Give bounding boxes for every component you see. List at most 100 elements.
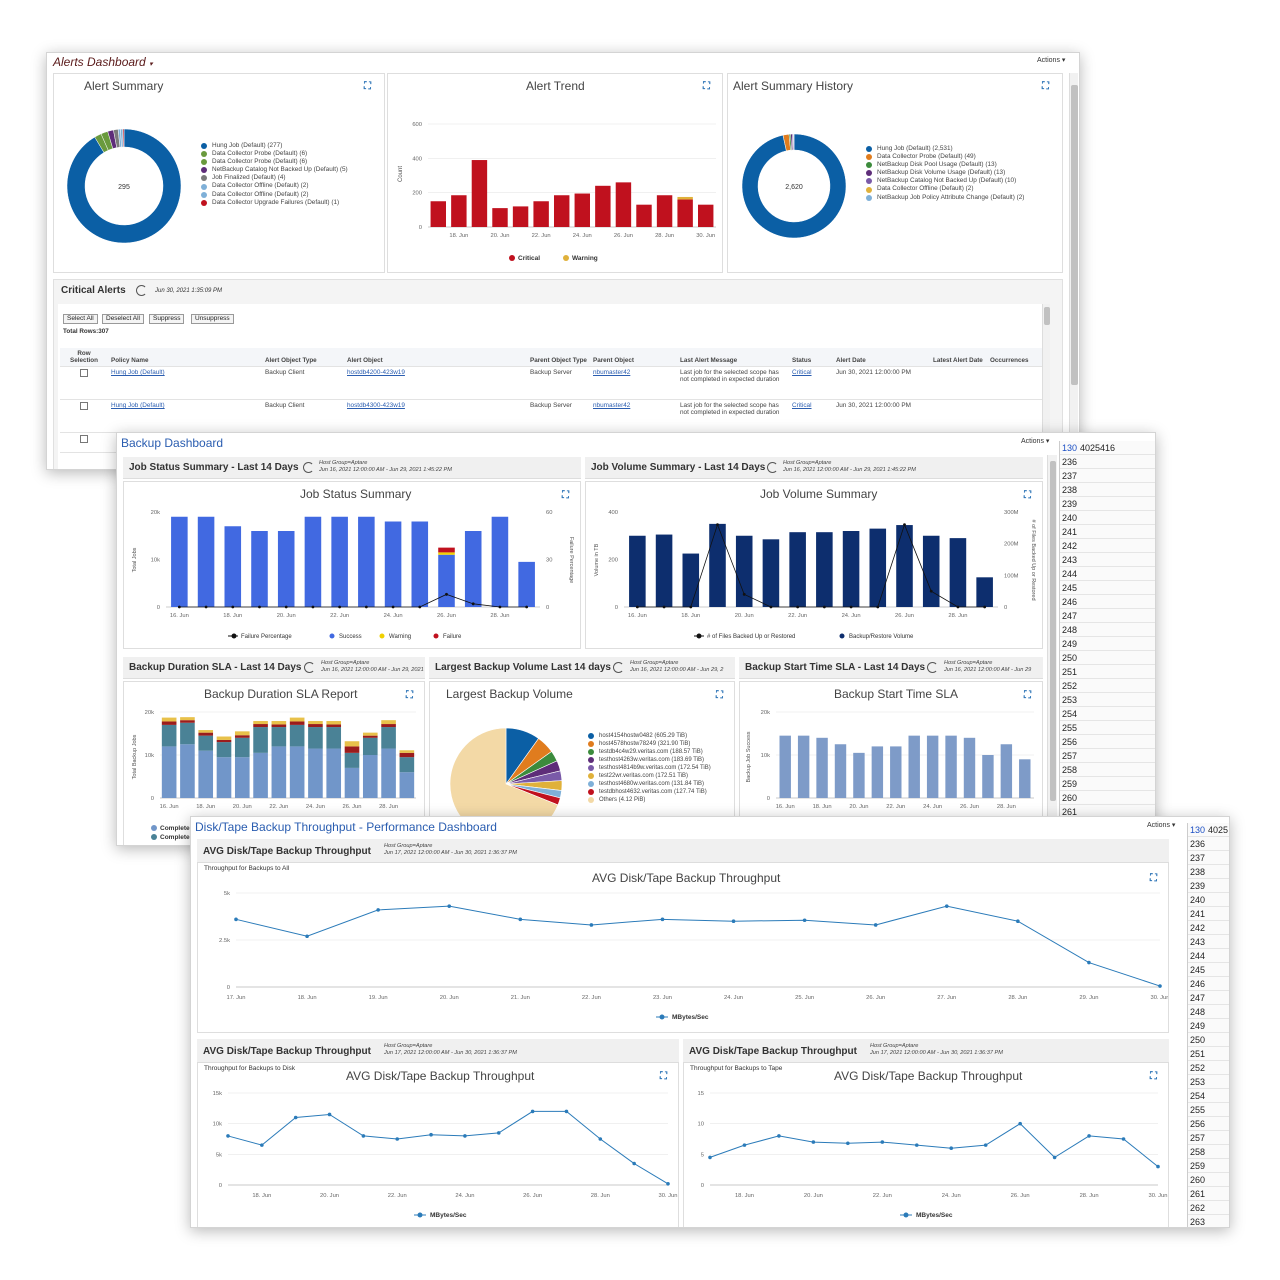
actions-menu[interactable]: Actions ▾	[1021, 437, 1049, 445]
sheet-row-number[interactable]: 260	[1060, 791, 1155, 805]
sheet-row-number[interactable]: 244	[1188, 949, 1229, 963]
cell-value[interactable]: 4025416	[1080, 441, 1115, 454]
sheet-row-number[interactable]: 255	[1188, 1103, 1229, 1117]
sheet-row-number[interactable]: 257	[1060, 749, 1155, 763]
sheet-row-number[interactable]: 245	[1188, 963, 1229, 977]
refresh-icon[interactable]	[613, 662, 624, 673]
sheet-row-number[interactable]: 251	[1188, 1047, 1229, 1061]
sheet-row-number[interactable]: 242	[1060, 539, 1155, 553]
sheet-row-number[interactable]: 250	[1188, 1033, 1229, 1047]
parent-object-link[interactable]: nbumaster42	[590, 366, 677, 400]
sheet-row-number[interactable]: 244	[1060, 567, 1155, 581]
status-link[interactable]: Critical	[789, 366, 833, 400]
sheet-row-number[interactable]: 259	[1188, 1159, 1229, 1173]
sheet-row-number[interactable]: 249	[1188, 1019, 1229, 1033]
sheet-row-number[interactable]: 245	[1060, 581, 1155, 595]
col-policy-name[interactable]: Policy Name	[108, 348, 262, 367]
sheet-row-number[interactable]: 259	[1060, 777, 1155, 791]
legend-item[interactable]: Hung Job (Default) (277)	[201, 142, 348, 150]
sheet-row-number[interactable]: 258	[1060, 763, 1155, 777]
refresh-icon[interactable]	[304, 662, 315, 673]
alert-object-link[interactable]: hostdb4200-423w19	[344, 366, 527, 400]
table-row[interactable]: Hung Job (Default) Backup Client hostdb4…	[60, 366, 1050, 400]
legend-item[interactable]: NetBackup Catalog Not Backed Up (Default…	[201, 166, 348, 174]
col-row-selection[interactable]: Row Selection	[60, 348, 108, 367]
unsuppress-button[interactable]: Unsuppress	[191, 314, 234, 324]
sheet-row-number[interactable]: 250	[1060, 651, 1155, 665]
cell-ref[interactable]: 130	[1062, 441, 1080, 454]
legend-item[interactable]: testhost4263w.veritas.com (183.69 TiB)	[588, 756, 711, 764]
sheet-row-number[interactable]: 240	[1188, 893, 1229, 907]
sheet-row-number[interactable]: 255	[1060, 721, 1155, 735]
col-status[interactable]: Status	[789, 348, 833, 367]
row-checkbox[interactable]	[80, 369, 88, 377]
select-all-button[interactable]: Select All	[63, 314, 98, 324]
refresh-icon[interactable]	[927, 662, 938, 673]
legend-item[interactable]: Data Collector Offline (Default) (2)	[866, 185, 1024, 193]
table-row[interactable]: Hung Job (Default) Backup Client hostdb4…	[60, 399, 1050, 433]
sheet-row-number[interactable]: 236	[1188, 837, 1229, 851]
sheet-row-number[interactable]: 243	[1188, 935, 1229, 949]
legend-item[interactable]: testdbhost4632.veritas.com (127.74 TiB)	[588, 788, 711, 796]
alerts-dashboard-title[interactable]: Alerts Dashboard ▾	[53, 55, 153, 69]
sheet-row-number[interactable]: 252	[1188, 1061, 1229, 1075]
col-latest-alert-date[interactable]: Latest Alert Date	[930, 348, 987, 367]
sheet-row-number[interactable]: 240	[1060, 511, 1155, 525]
sheet-row-number[interactable]: 243	[1060, 553, 1155, 567]
sheet-row-number[interactable]: 242	[1188, 921, 1229, 935]
window-scrollbar[interactable]	[1069, 73, 1078, 469]
sheet-row-number[interactable]: 258	[1188, 1145, 1229, 1159]
sheet-row-number[interactable]: 253	[1188, 1075, 1229, 1089]
sheet-row-number[interactable]: 253	[1060, 693, 1155, 707]
sheet-row-number[interactable]: 238	[1060, 483, 1155, 497]
scrollbar-thumb[interactable]	[1044, 307, 1050, 325]
legend-item[interactable]: Data Collector Offline (Default) (2)	[201, 191, 348, 199]
actions-menu[interactable]: Actions ▾	[1037, 56, 1065, 64]
cell-value[interactable]: 4025	[1208, 823, 1228, 836]
window-scrollbar[interactable]	[1047, 455, 1057, 845]
alert-object-link[interactable]: hostdb4300-423w19	[344, 399, 527, 433]
sheet-row-number[interactable]: 257	[1188, 1131, 1229, 1145]
legend-item[interactable]: testdb4c4w29.veritas.com (188.57 TiB)	[588, 748, 711, 756]
refresh-icon[interactable]	[767, 462, 778, 473]
col-last-alert-message[interactable]: Last Alert Message	[677, 348, 789, 367]
legend-item[interactable]: Data Collector Upgrade Failures (Default…	[201, 199, 348, 207]
sheet-row-number[interactable]: 262	[1188, 1201, 1229, 1215]
sheet-row-number[interactable]: 251	[1060, 665, 1155, 679]
sheet-row-number[interactable]: 239	[1188, 879, 1229, 893]
policy-link[interactable]: Hung Job (Default)	[108, 399, 262, 433]
legend-item[interactable]: Data Collector Probe (Default) (49)	[866, 153, 1024, 161]
sheet-row-number[interactable]: 263	[1188, 1215, 1229, 1227]
sheet-row-number[interactable]: 247	[1188, 991, 1229, 1005]
legend-item[interactable]: host4578hostw78249 (321.90 TiB)	[588, 740, 711, 748]
sheet-row-number[interactable]: 248	[1188, 1005, 1229, 1019]
refresh-icon[interactable]	[136, 285, 147, 296]
col-occurrences[interactable]: Occurrences	[987, 348, 1050, 367]
sheet-row-number[interactable]: 256	[1060, 735, 1155, 749]
parent-object-link[interactable]: nbumaster42	[590, 399, 677, 433]
row-checkbox[interactable]	[80, 435, 88, 443]
sheet-row-number[interactable]: 246	[1060, 595, 1155, 609]
col-alert-object[interactable]: Alert Object	[344, 348, 527, 367]
legend-item[interactable]: Data Collector Offline (Default) (2)	[201, 182, 348, 190]
sheet-row-number[interactable]: 256	[1188, 1117, 1229, 1131]
col-parent-object[interactable]: Parent Object	[590, 348, 677, 367]
deselect-all-button[interactable]: Deselect All	[102, 314, 144, 324]
suppress-button[interactable]: Suppress	[149, 314, 185, 324]
legend-item[interactable]: Hung Job (Default) (2,531)	[866, 145, 1024, 153]
sheet-row-number[interactable]: 239	[1060, 497, 1155, 511]
legend-item[interactable]: Data Collector Probe (Default) (6)	[201, 150, 348, 158]
sheet-row-number[interactable]: 241	[1060, 525, 1155, 539]
status-link[interactable]: Critical	[789, 399, 833, 433]
legend-item[interactable]: NetBackup Disk Pool Usage (Default) (13)	[866, 161, 1024, 169]
legend-item[interactable]: Data Collector Probe (Default) (6)	[201, 158, 348, 166]
performance-dashboard-title[interactable]: Disk/Tape Backup Throughput - Performanc…	[195, 820, 497, 834]
sheet-row-number[interactable]: 248	[1060, 623, 1155, 637]
legend-item[interactable]: NetBackup Disk Volume Usage (Default) (1…	[866, 169, 1024, 177]
legend-item[interactable]: host4154hostw0482 (605.29 TiB)	[588, 732, 711, 740]
sheet-row-number[interactable]: 252	[1060, 679, 1155, 693]
legend-item[interactable]: NetBackup Job Policy Attribute Change (D…	[866, 194, 1024, 202]
legend-item[interactable]: testhost4680w.veritas.com (131.84 TiB)	[588, 780, 711, 788]
sheet-row-number[interactable]: 238	[1188, 865, 1229, 879]
scrollbar-thumb[interactable]	[1050, 461, 1056, 801]
